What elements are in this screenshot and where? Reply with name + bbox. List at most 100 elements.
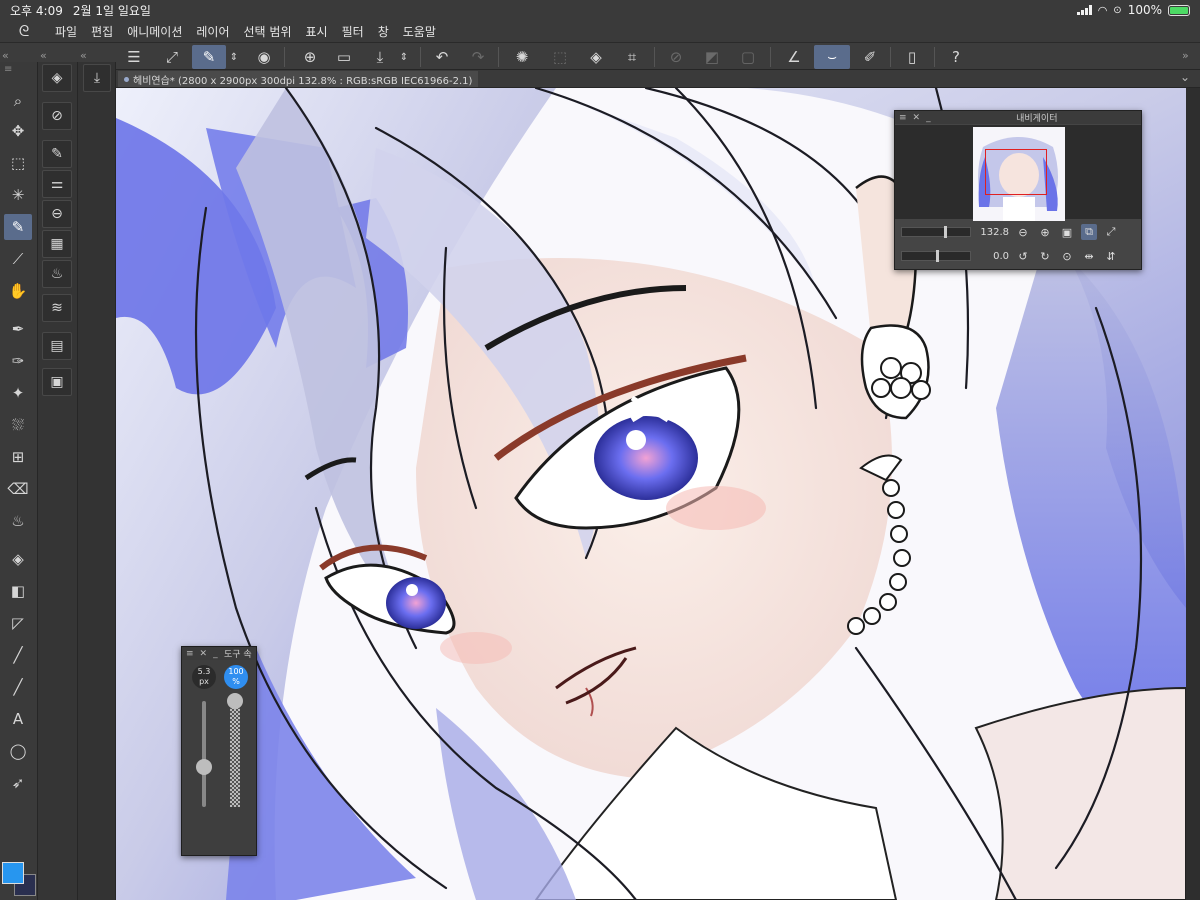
flip-horizontal-icon[interactable]: ⇹ <box>1081 248 1097 264</box>
redo-icon[interactable]: ↷ <box>464 45 492 69</box>
save-toggle-icon[interactable]: ⇕ <box>396 45 412 69</box>
layer-property-panel-icon[interactable]: ≋ <box>42 294 72 322</box>
color-wheel-panel-icon[interactable]: ♨ <box>42 260 72 288</box>
menu-filter[interactable]: 필터 <box>335 23 371 40</box>
rotate-right-icon[interactable]: ↻ <box>1037 248 1053 264</box>
zoom-slider[interactable] <box>901 226 971 238</box>
quick-access-icon[interactable]: ✎ <box>192 45 226 69</box>
history-panel-icon[interactable]: ▣ <box>42 368 72 396</box>
menu-window[interactable]: 창 <box>371 23 396 40</box>
zoom-out-icon[interactable]: ⊖ <box>1015 224 1031 240</box>
navigator-thumbnail[interactable] <box>973 127 1065 221</box>
flip-vertical-icon[interactable]: ⇵ <box>1103 248 1119 264</box>
decoration-icon[interactable]: ✦ <box>4 380 32 406</box>
fill-icon[interactable]: ◈ <box>4 546 32 572</box>
zoom-icon[interactable]: ⌕ <box>4 88 32 114</box>
loading-icon[interactable]: ✺ <box>508 45 536 69</box>
collapse-left-icon[interactable]: « <box>2 49 9 62</box>
panel-minimize-icon[interactable]: _ <box>926 113 931 123</box>
menu-animation[interactable]: 애니메이션 <box>120 23 189 40</box>
airbrush-icon[interactable]: ⛆ <box>4 412 32 438</box>
panel-grip-icon[interactable]: ≡ <box>899 113 907 123</box>
clear-selection-icon[interactable]: ⊘ <box>662 45 690 69</box>
invert-selection-icon[interactable]: ◩ <box>698 45 726 69</box>
mesh-icon[interactable]: ⊞ <box>4 444 32 470</box>
color-set-panel-icon[interactable]: ▦ <box>42 230 72 258</box>
eyedropper-icon[interactable]: ⟋ <box>4 246 32 272</box>
navigator-view-rect[interactable] <box>985 149 1047 195</box>
tool-property-panel-icon[interactable]: ⚌ <box>42 170 72 198</box>
rotation-slider[interactable] <box>901 250 971 262</box>
brush-size-knob[interactable] <box>196 759 212 775</box>
ruler-snap-icon[interactable]: ∠ <box>780 45 808 69</box>
select-rect-icon[interactable]: ⬚ <box>4 150 32 176</box>
wand-icon[interactable]: ✳ <box>4 182 32 208</box>
open-file-icon[interactable]: ▭ <box>330 45 358 69</box>
opacity-knob[interactable] <box>227 693 243 709</box>
opacity-slider[interactable] <box>230 695 240 807</box>
app-logo-icon[interactable]: ᘓ <box>0 22 48 40</box>
brush-size-panel-icon[interactable]: ⊖ <box>42 200 72 228</box>
line-icon[interactable]: ╱ <box>4 642 32 668</box>
foreground-color-swatch[interactable] <box>2 862 24 884</box>
menu-file[interactable]: 파일 <box>48 23 84 40</box>
move-icon[interactable]: ✥ <box>4 118 32 144</box>
actual-size-icon[interactable]: ▣ <box>1059 224 1075 240</box>
menu-hamburger-icon[interactable]: ☰ <box>120 45 148 69</box>
menu-selection[interactable]: 선택 범위 <box>237 23 299 40</box>
ruler-icon[interactable]: ╱ <box>4 674 32 700</box>
new-file-icon[interactable]: ⊕ <box>296 45 324 69</box>
fit-window-icon[interactable]: ⧉ <box>1081 224 1097 240</box>
help-icon[interactable]: ? <box>942 45 970 69</box>
animation-timeline-icon[interactable]: ▤ <box>42 332 72 360</box>
zoom-slider-knob[interactable] <box>944 226 947 238</box>
smartphone-icon[interactable]: ▯ <box>898 45 926 69</box>
rotation-slider-knob[interactable] <box>936 250 939 262</box>
menu-edit[interactable]: 편집 <box>84 23 120 40</box>
rotate-left-icon[interactable]: ↺ <box>1015 248 1031 264</box>
layer-panel-icon[interactable]: ◈ <box>42 64 72 92</box>
blend-icon[interactable]: ♨ <box>4 508 32 534</box>
eraser-icon[interactable]: ⌫ <box>4 476 32 502</box>
draw-mode-icon[interactable]: ✐ <box>856 45 884 69</box>
brush-size-slider[interactable] <box>202 701 206 807</box>
pen-icon[interactable]: ✎ <box>4 214 32 240</box>
collapse-palette-icon[interactable]: « <box>80 49 87 62</box>
menu-help[interactable]: 도움말 <box>396 23 443 40</box>
undo-icon[interactable]: ↶ <box>428 45 456 69</box>
selection-border-icon[interactable]: ▢ <box>734 45 762 69</box>
panel-close-icon[interactable]: ✕ <box>913 113 921 123</box>
figure-icon[interactable]: ◸ <box>4 610 32 636</box>
fill-bucket-icon[interactable]: ◈ <box>582 45 610 69</box>
lasso-icon[interactable]: ◯ <box>4 738 32 764</box>
brush-snap-icon[interactable]: ⌣ <box>814 45 850 69</box>
menu-layer[interactable]: 레이어 <box>189 23 236 40</box>
zoom-in-icon[interactable]: ⊕ <box>1037 224 1053 240</box>
fit-navigator-icon[interactable]: ⤢ <box>1103 224 1119 240</box>
text-icon[interactable]: A <box>4 706 32 732</box>
operation-icon[interactable]: ➶ <box>4 770 32 796</box>
panel-close-icon[interactable]: ✕ <box>200 649 208 659</box>
brush-icon[interactable]: ✑ <box>4 348 32 374</box>
menu-view[interactable]: 표시 <box>299 23 335 40</box>
gradient-icon[interactable]: ◧ <box>4 578 32 604</box>
collapse-sub-icon[interactable]: « <box>40 49 47 62</box>
fit-canvas-icon[interactable]: ⤢ <box>158 45 186 69</box>
navigator-panel-icon[interactable]: ⊘ <box>42 102 72 130</box>
companion-icon[interactable]: ◉ <box>250 45 278 69</box>
pen-tool-icon[interactable]: ✒ <box>4 316 32 342</box>
panel-minimize-icon[interactable]: _ <box>213 649 218 659</box>
hand-icon[interactable]: ✋ <box>4 278 32 304</box>
panel-grip-icon[interactable]: ≡ <box>186 649 194 659</box>
tool-bar-grip-icon[interactable]: ≡ <box>4 64 12 75</box>
save-icon[interactable]: ⤓ <box>366 45 394 69</box>
document-tab[interactable]: 헤비연습* (2800 x 2900px 300dpi 132.8% : RGB… <box>118 71 479 87</box>
material-panel-icon[interactable]: ⤓ <box>83 64 111 92</box>
crop-icon[interactable]: ⌗ <box>618 45 646 69</box>
subtool-panel-icon[interactable]: ✎ <box>42 140 72 168</box>
quick-access-toggle-icon[interactable]: ⇕ <box>226 45 242 69</box>
transform-icon[interactable]: ⬚ <box>546 45 574 69</box>
collapse-right-icon[interactable]: » <box>1182 49 1189 62</box>
reset-rotation-icon[interactable]: ⊙ <box>1059 248 1075 264</box>
chevron-down-icon[interactable]: ⌄ <box>1180 70 1190 84</box>
